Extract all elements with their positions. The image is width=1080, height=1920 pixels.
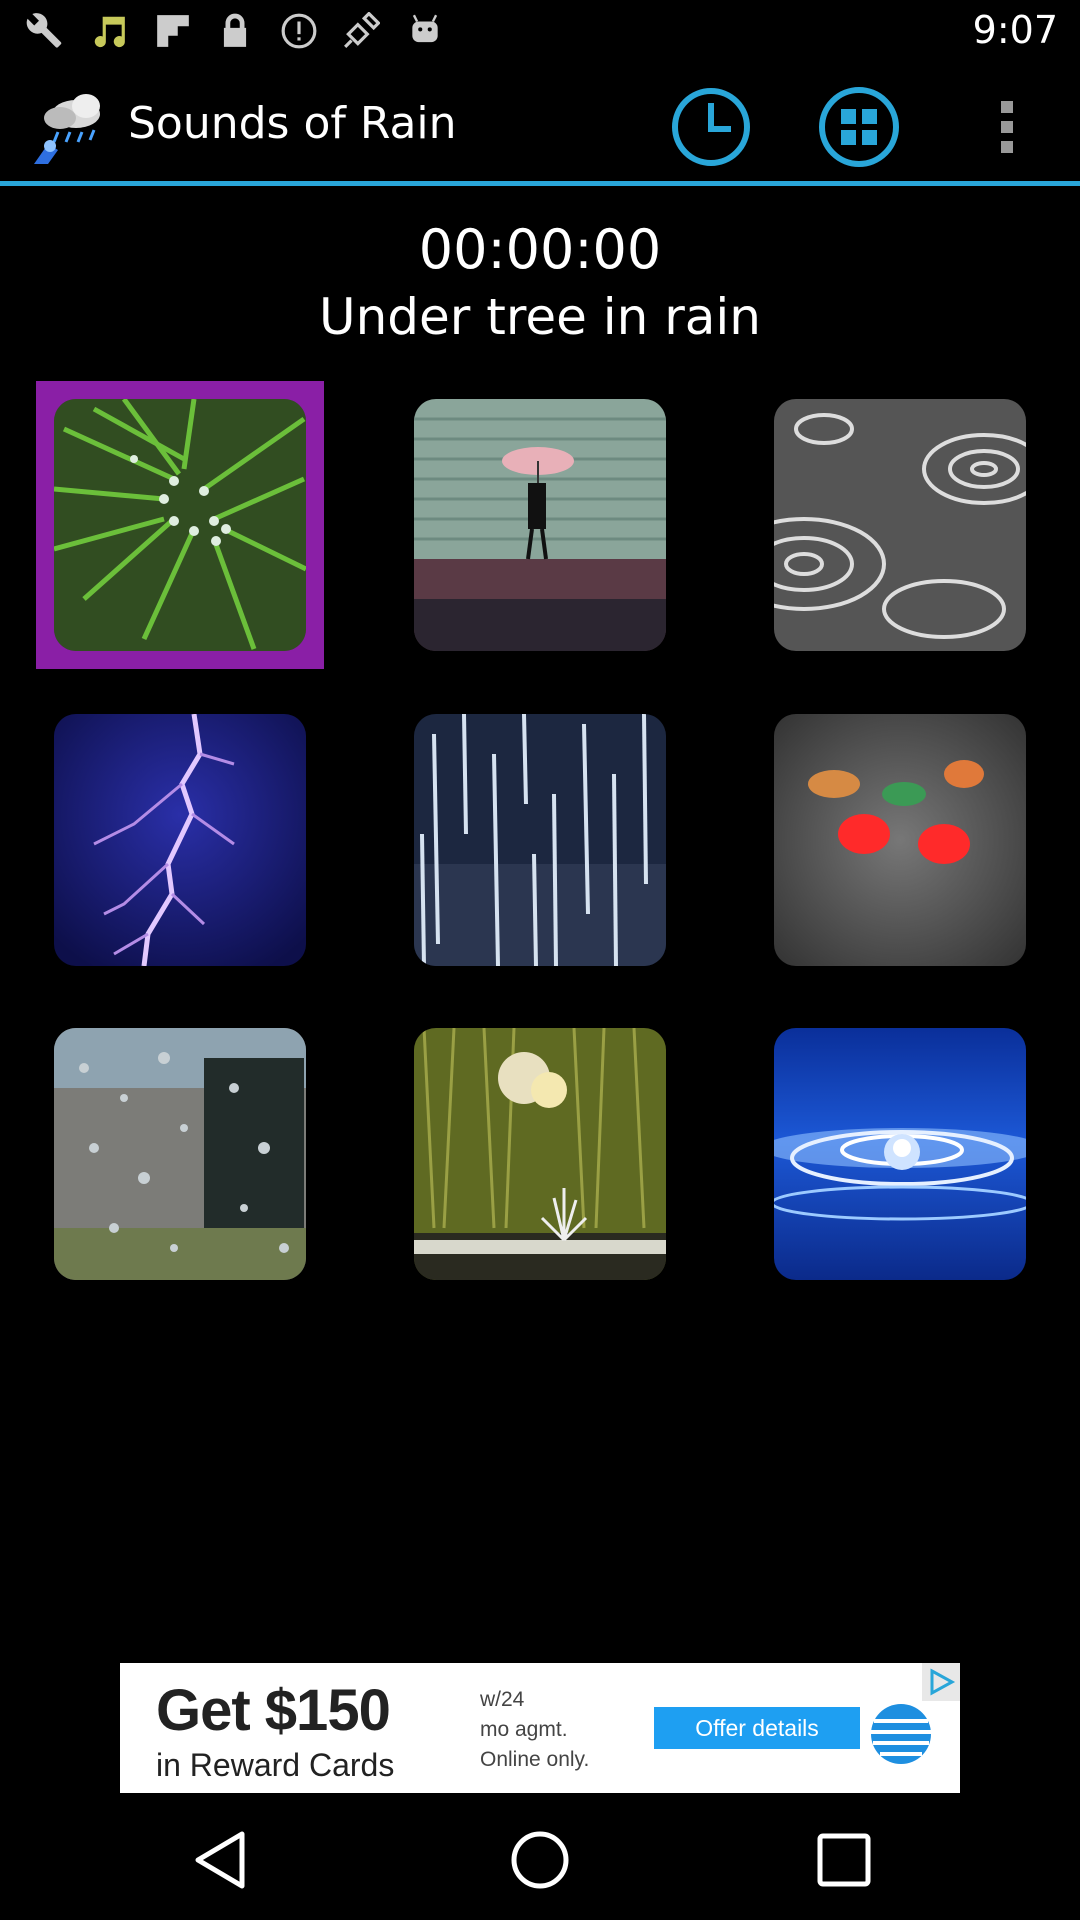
grid-icon <box>819 87 899 167</box>
ad-offer-details-button[interactable]: Offer details <box>654 1707 860 1749</box>
recents-icon <box>817 1833 871 1887</box>
water-drop-tile[interactable] <box>774 1028 1026 1280</box>
nav-home-button[interactable] <box>500 1828 580 1892</box>
elapsed-timer: 00:00:00 <box>418 218 662 281</box>
ad-choices-icon <box>930 1668 956 1696</box>
rain-on-grass-image <box>414 1028 666 1280</box>
android-icon <box>412 14 438 43</box>
overflow-menu-icon <box>1001 101 1013 153</box>
grid-view-button[interactable] <box>814 82 904 172</box>
wet-window-lights-image <box>774 714 1026 966</box>
raindrops-glass-tile[interactable] <box>54 1028 306 1280</box>
rain-on-grass-tile[interactable] <box>414 1028 666 1280</box>
ad-headline: Get $150 <box>156 1678 391 1743</box>
umbrella-walk-tile[interactable] <box>414 399 666 651</box>
flipboard-icon <box>157 15 189 47</box>
puddle-ripples-tile[interactable] <box>774 399 1026 651</box>
info-circle-icon <box>281 13 317 49</box>
satellite-icon <box>344 12 380 48</box>
status-bar: 9:07 <box>0 0 1080 62</box>
heavy-rain-image <box>414 714 666 966</box>
music-note-icon <box>94 16 125 48</box>
back-icon <box>195 1831 245 1889</box>
rain-cloud-logo <box>34 94 100 164</box>
lightning-tile[interactable] <box>54 714 306 966</box>
lightning-image <box>54 714 306 966</box>
clock-icon <box>672 88 750 166</box>
status-time: 9:07 <box>972 8 1058 52</box>
water-drop-image <box>774 1028 1026 1280</box>
home-icon <box>511 1831 569 1889</box>
pine-needles-rain-tile[interactable] <box>54 399 306 651</box>
att-globe-logo <box>871 1704 931 1764</box>
wrench-icon <box>26 13 62 48</box>
app-bar: Sounds of Rain <box>0 62 1080 186</box>
ad-terms: w/24 mo agmt. Online only. <box>480 1688 590 1771</box>
ad-choices-button[interactable] <box>922 1663 960 1701</box>
nav-recents-button[interactable] <box>804 1828 884 1892</box>
overflow-menu-button[interactable] <box>962 82 1052 172</box>
app-title: Sounds of Rain <box>128 98 457 149</box>
wet-window-lights-tile[interactable] <box>774 714 1026 966</box>
heavy-rain-tile[interactable] <box>414 714 666 966</box>
ad-subline: in Reward Cards <box>156 1747 395 1783</box>
nav-back-button[interactable] <box>180 1828 260 1892</box>
pine-needles-image <box>54 399 306 651</box>
puddle-ripples-image <box>774 399 1026 651</box>
current-sound-name: Under tree in rain <box>319 288 761 346</box>
timer-button[interactable] <box>666 82 756 172</box>
umbrella-walk-image <box>414 399 666 651</box>
lock-icon <box>223 13 247 47</box>
raindrops-glass-image <box>54 1028 306 1280</box>
ad-banner[interactable]: Get $150 in Reward Cards w/24 mo agmt. O… <box>120 1663 960 1793</box>
navigation-bar <box>0 1800 1080 1920</box>
